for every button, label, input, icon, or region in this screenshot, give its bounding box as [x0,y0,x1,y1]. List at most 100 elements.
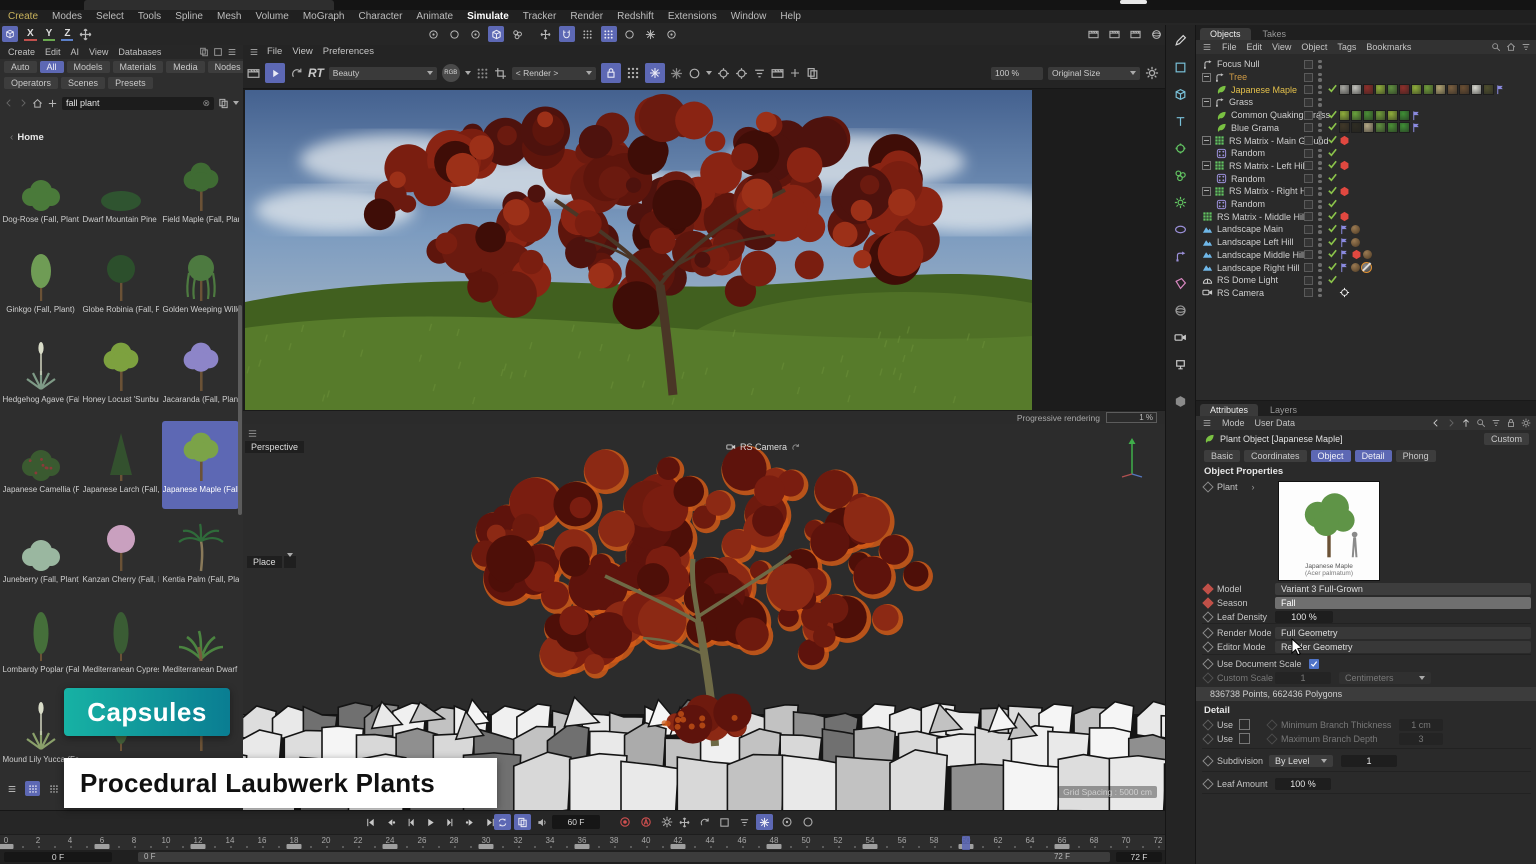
attr-hamburger-icon[interactable] [1202,418,1212,428]
plant-item[interactable]: Dwarf Mountain Pine (... [82,151,159,239]
plant-item[interactable]: Japanese Larch (Fall, Pl... [82,421,159,509]
enabled-check[interactable] [1327,159,1338,172]
keyframe-marker[interactable] [575,844,590,849]
fields-icon[interactable] [664,26,680,42]
current-frame-field[interactable]: 60 F [552,815,600,829]
object-row[interactable]: Random [1196,172,1536,185]
max-branch-depth-field[interactable]: 3 [1399,733,1443,745]
annotation-flag-icon[interactable] [1411,122,1422,133]
plant-item[interactable]: Ginkgo (Fall, Plant) [2,241,79,329]
camera-label[interactable]: RS Camera [726,442,800,452]
objects-menu-edit[interactable]: Edit [1247,42,1263,52]
edit-toggle[interactable] [1304,98,1313,107]
attr-tab-coordinates[interactable]: Coordinates [1244,450,1307,462]
material-swatch[interactable] [1363,122,1374,133]
asset-scrollbar[interactable] [238,305,242,515]
object-row[interactable]: Landscape Main [1196,223,1536,236]
previous-frame-button[interactable] [402,814,419,830]
tab-all[interactable]: All [40,61,64,73]
breadcrumb-chevron[interactable]: ‹ [10,132,13,143]
next-key-button[interactable] [462,814,479,830]
go-to-start-button[interactable] [362,814,379,830]
asset-menu-edit[interactable]: Edit [45,47,61,57]
visibility-dots[interactable] [1318,174,1322,183]
menu-item-render[interactable]: Render [570,11,603,22]
grid-view-icon[interactable] [25,781,40,796]
clear-search-icon[interactable]: ⊗ [202,98,210,109]
dim-icon-1[interactable] [622,26,638,42]
stage-object-icon[interactable] [1170,353,1192,375]
edit-toggle[interactable] [1304,238,1313,247]
render-view-icon[interactable] [1085,26,1101,42]
annotation-flag-icon[interactable] [1495,84,1506,95]
object-row[interactable]: RS Matrix - Left Hill [1196,160,1536,173]
keyframe-marker[interactable] [863,844,878,849]
material-swatch[interactable] [1351,84,1362,95]
tab-nodes[interactable]: Nodes [208,61,248,73]
menu-item-mesh[interactable]: Mesh [217,11,241,22]
material-swatch[interactable] [1363,84,1374,95]
add-icon[interactable] [47,98,58,109]
keyframe-marker[interactable] [383,844,398,849]
menu-item-create[interactable]: Create [8,11,38,22]
plant-item[interactable]: Japanese Camellia (Fal... [2,421,79,509]
camera-object-icon[interactable] [1170,326,1192,348]
tab-auto[interactable]: Auto [4,61,37,73]
visibility-dots[interactable] [1318,85,1322,94]
visibility-dots[interactable] [1318,111,1322,120]
rv-menu-view[interactable]: View [292,46,312,57]
object-row[interactable]: Landscape Left Hill [1196,236,1536,249]
keyframe-marker[interactable] [671,844,686,849]
plant-item[interactable]: Japanese Maple (Fall, ... [162,421,239,509]
menu-item-mograph[interactable]: MoGraph [303,11,345,22]
plant-item[interactable]: Field Maple (Fall, Plant) [162,151,239,239]
axis-lock-x[interactable]: X [24,28,37,41]
material-swatch[interactable] [1435,84,1446,95]
solo-off-button[interactable] [778,814,795,830]
place-options[interactable] [284,556,296,568]
plant-item[interactable]: Globe Robinia (Fall, Pl... [82,241,159,329]
texture-tag[interactable] [1351,225,1360,234]
attr-tab-object[interactable]: Object [1311,450,1351,462]
material-swatch[interactable] [1447,84,1458,95]
redshift-tag-icon[interactable] [1339,211,1350,222]
menu-item-character[interactable]: Character [359,11,403,22]
autokey-button[interactable] [637,814,654,830]
enabled-check[interactable] [1327,223,1338,236]
send-pv-icon[interactable] [806,67,819,80]
enabled-check[interactable] [1327,147,1338,160]
object-mode-icon[interactable] [509,26,525,42]
range-track[interactable]: 0 F72 F [138,852,1110,862]
annotation-flag-icon[interactable] [1411,110,1422,121]
custom-scale-unit[interactable]: Centimeters [1339,672,1431,684]
visibility-dots[interactable] [1318,98,1322,107]
material-swatch[interactable] [1375,110,1386,121]
rig-tool-icon[interactable] [538,26,554,42]
visibility-dots[interactable] [1318,73,1322,82]
beauty-dropdown[interactable]: Beauty [329,67,437,80]
plant-expand-arrow[interactable]: › [1252,482,1255,492]
object-row[interactable]: Grass [1196,96,1536,109]
refresh-icon[interactable] [290,67,303,80]
objects-menu-tags[interactable]: Tags [1337,42,1356,52]
enabled-check[interactable] [1327,185,1338,198]
region-icon[interactable] [688,67,701,80]
loop-toggle[interactable] [494,814,511,830]
edit-toggle[interactable] [1304,288,1313,297]
select-circle-icon[interactable] [446,26,462,42]
generator-icon[interactable] [1170,191,1192,213]
menu-item-modes[interactable]: Modes [52,11,82,22]
edit-toggle[interactable] [1304,136,1313,145]
next-frame-button[interactable] [442,814,459,830]
objects-filter-icon[interactable] [1521,42,1531,52]
visibility-dots[interactable] [1318,60,1322,69]
persp-menu-icon[interactable] [247,428,258,439]
edit-toggle[interactable] [1304,60,1313,69]
visibility-dots[interactable] [1318,187,1322,196]
enabled-check[interactable] [1327,172,1338,185]
objects-menu-object[interactable]: Object [1301,42,1327,52]
camera-cycle-icon[interactable] [791,443,800,452]
edit-toggle[interactable] [1304,250,1313,259]
object-row[interactable]: RS Camera [1196,287,1536,300]
snapshot-icon[interactable] [771,67,784,80]
